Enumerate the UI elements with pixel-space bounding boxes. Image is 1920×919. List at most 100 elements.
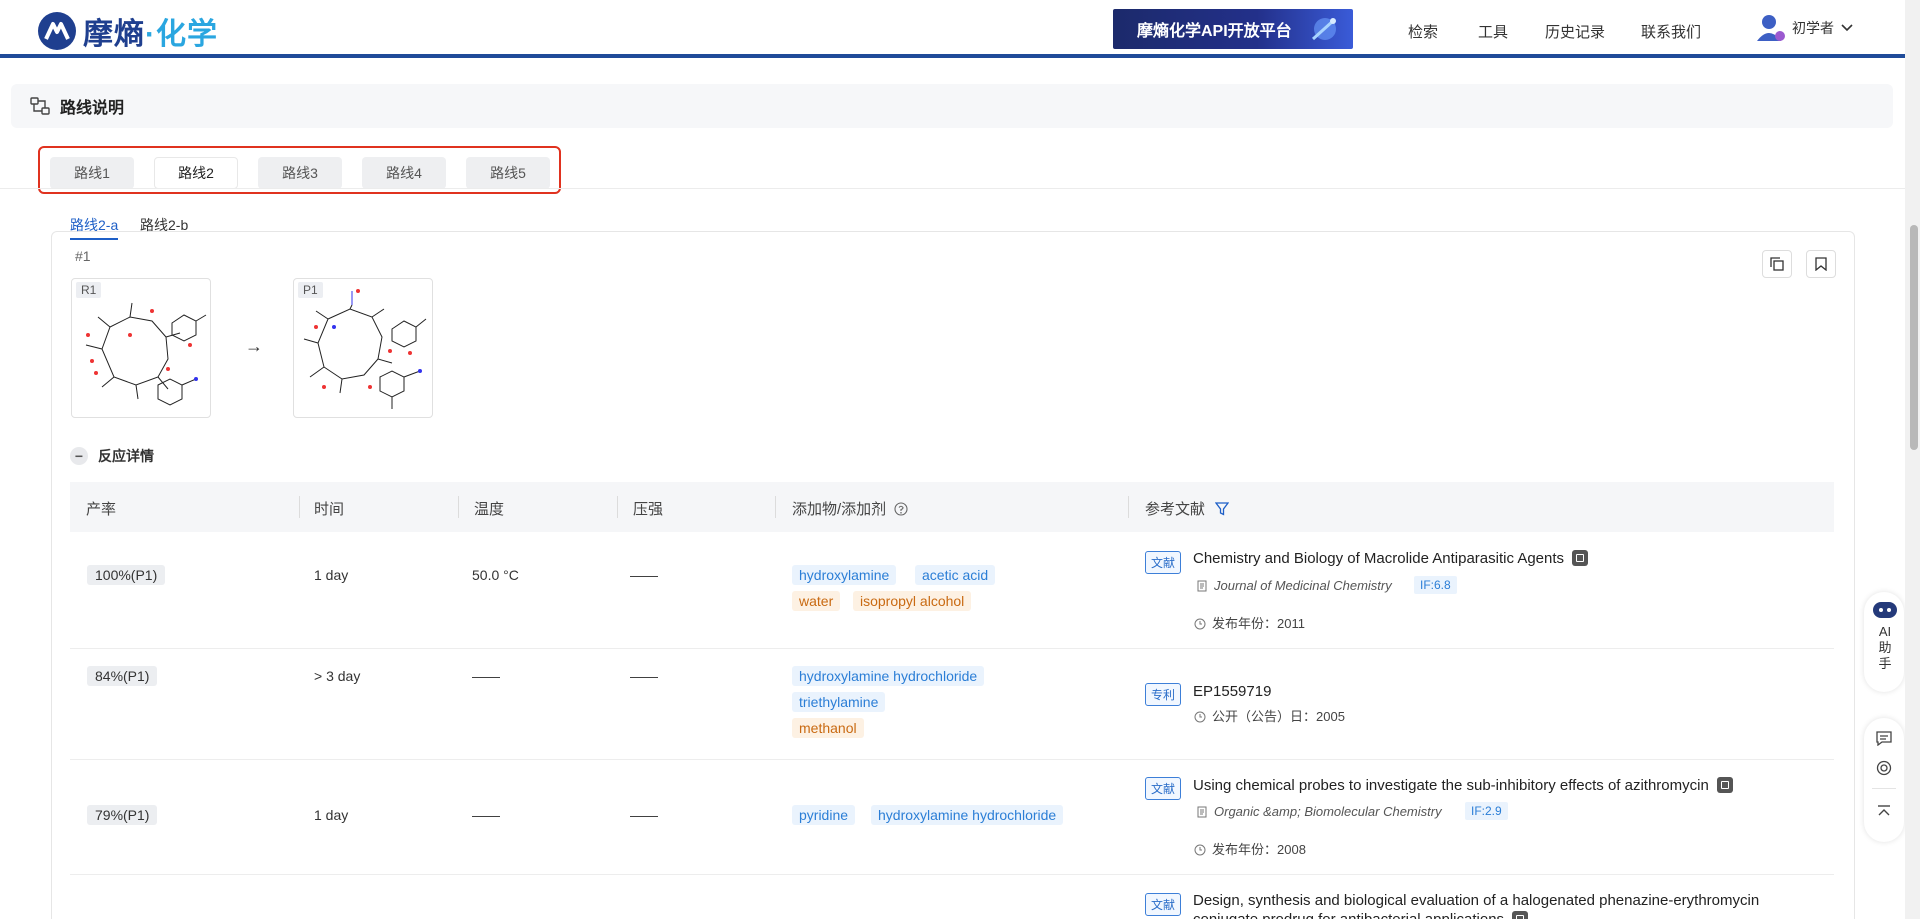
additive-tag[interactable]: acetic acid xyxy=(915,565,996,585)
tab-route-4[interactable]: 路线4 xyxy=(362,157,446,189)
col-yield: 产率 xyxy=(86,501,117,518)
scrollbar-thumb[interactable] xyxy=(1910,225,1918,450)
reference-title-text: Using chemical probes to investigate the… xyxy=(1193,777,1709,794)
pressure-value: —— xyxy=(630,567,658,583)
tabs-divider xyxy=(0,188,1905,189)
tab-route-2[interactable]: 路线2 xyxy=(154,157,238,189)
row-divider xyxy=(70,759,1834,760)
reference-title-text: Chemistry and Biology of Macrolide Antip… xyxy=(1193,550,1565,567)
reference-title[interactable]: Design, synthesis and biological evaluat… xyxy=(1193,892,1759,909)
journal-name: Journal of Medicinal Chemistry xyxy=(1196,578,1392,593)
reference-title-continued[interactable]: conjugate prodrug for antibacterial appl… xyxy=(1193,911,1529,919)
copy-icon xyxy=(1770,257,1784,271)
temperature-value: —— xyxy=(472,668,500,684)
publish-date-text: 发布年份：2011 xyxy=(1212,616,1305,631)
product-structure[interactable]: P1 xyxy=(293,278,433,418)
yield-value: 100%(P1) xyxy=(87,565,166,585)
logo[interactable]: 摩熵·化学 xyxy=(38,9,218,53)
logo-text: 摩熵·化学 xyxy=(83,18,218,51)
copy-button[interactable] xyxy=(1762,250,1792,278)
row-divider xyxy=(70,874,1834,875)
col-temperature: 温度 xyxy=(474,501,505,518)
reference-type-badge: 专利 xyxy=(1145,683,1182,706)
document-icon xyxy=(1197,806,1207,818)
impact-factor-badge: IF:6.8 xyxy=(1414,576,1457,594)
external-link-icon[interactable] xyxy=(1716,777,1733,793)
additive-tag[interactable]: hydroxylamine hydrochloride xyxy=(792,666,985,686)
impact-factor-badge: IF:2.9 xyxy=(1465,802,1508,820)
api-banner-robot-icon xyxy=(1311,18,1336,41)
additive-tag[interactable]: hydroxylamine xyxy=(792,565,897,585)
reference-title[interactable]: Chemistry and Biology of Macrolide Antip… xyxy=(1193,550,1589,567)
nav-history[interactable]: 历史记录 xyxy=(1545,21,1605,42)
col-references: 参考文献 xyxy=(1145,498,1230,519)
reference-title[interactable]: EP1559719 xyxy=(1193,683,1271,700)
solvent-tag[interactable]: methanol xyxy=(792,718,864,738)
time-value: 1 day xyxy=(314,567,349,583)
additive-tag[interactable]: triethylamine xyxy=(792,692,886,712)
nav-contact[interactable]: 联系我们 xyxy=(1641,21,1701,42)
api-banner-text: 摩熵化学API开放平台 xyxy=(1137,23,1292,40)
publish-date-text: 公开（公告）日：2005 xyxy=(1212,709,1345,724)
tab-route-3[interactable]: 路线3 xyxy=(258,157,342,189)
nav-search[interactable]: 检索 xyxy=(1408,21,1438,42)
bookmark-icon xyxy=(1815,257,1827,271)
clock-icon xyxy=(1194,618,1206,630)
ai-assistant-button[interactable]: AI助手 xyxy=(1864,592,1904,692)
side-tools xyxy=(1864,718,1904,842)
row-divider xyxy=(70,648,1834,649)
route-description-bar: 路线说明 xyxy=(11,84,1893,128)
user-menu[interactable]: 初学者 xyxy=(1756,13,1854,43)
reaction-arrow: → xyxy=(245,336,263,356)
page-scrollbar[interactable] xyxy=(1905,0,1920,919)
journal-name-text: Organic &amp; Biomolecular Chemistry xyxy=(1214,804,1442,819)
top-header: 摩熵·化学 摩熵化学API开放平台 检索 工具 历史记录 联系我们 初学者 xyxy=(0,0,1905,58)
feedback-icon[interactable] xyxy=(1876,730,1892,746)
user-name: 初学者 xyxy=(1792,20,1834,36)
time-value: > 3 day xyxy=(314,668,361,684)
reference-type-badge: 文献 xyxy=(1145,893,1182,916)
col-references-label: 参考文献 xyxy=(1145,501,1206,518)
reactant-molecule-drawing xyxy=(85,302,207,406)
bookmark-button[interactable] xyxy=(1806,250,1836,278)
product-label: P1 xyxy=(298,282,323,298)
chevron-down-icon xyxy=(1841,24,1853,32)
col-additives: 添加物/添加剂 xyxy=(792,498,908,519)
publish-date: 发布年份：2008 xyxy=(1194,839,1306,858)
logo-mark-icon xyxy=(38,12,76,50)
help-icon[interactable] xyxy=(894,502,908,516)
tab-route-1[interactable]: 路线1 xyxy=(50,157,134,189)
reactant-structure[interactable]: R1 xyxy=(71,278,211,418)
tab-route-5[interactable]: 路线5 xyxy=(466,157,550,189)
step-number: #1 xyxy=(75,248,91,264)
route-tabs: 路线1 路线2 路线3 路线4 路线5 xyxy=(38,146,561,194)
side-divider xyxy=(1872,788,1896,789)
reaction-details-toggle[interactable]: − 反应详情 xyxy=(70,446,154,466)
col-additives-label: 添加物/添加剂 xyxy=(792,501,887,518)
solvent-tag[interactable]: water xyxy=(792,591,841,611)
temperature-value: 50.0 °C xyxy=(472,567,519,583)
additive-tag[interactable]: hydroxylamine hydrochloride xyxy=(871,805,1064,825)
subtab-route-2b[interactable]: 路线2-b xyxy=(140,215,188,235)
target-icon[interactable] xyxy=(1876,760,1892,776)
col-divider xyxy=(617,496,618,518)
api-platform-banner[interactable]: 摩熵化学API开放平台 xyxy=(1113,9,1353,49)
reactant-label: R1 xyxy=(76,282,102,298)
reaction-details-label: 反应详情 xyxy=(98,448,154,464)
subtab-route-2a[interactable]: 路线2-a xyxy=(70,215,119,240)
col-divider xyxy=(458,496,459,518)
solvent-tag[interactable]: isopropyl alcohol xyxy=(853,591,972,611)
external-link-icon[interactable] xyxy=(1572,550,1589,566)
filter-icon[interactable] xyxy=(1214,502,1230,516)
journal-name-text: Journal of Medicinal Chemistry xyxy=(1214,578,1392,593)
nav-tools[interactable]: 工具 xyxy=(1478,21,1508,42)
reference-title[interactable]: Using chemical probes to investigate the… xyxy=(1193,777,1733,794)
clock-icon xyxy=(1194,844,1206,856)
external-link-icon[interactable] xyxy=(1512,911,1529,919)
reaction-table-header: 产率 时间 温度 压强 添加物/添加剂 参考文献 xyxy=(70,482,1834,532)
additive-tag[interactable]: pyridine xyxy=(792,805,856,825)
back-to-top-icon[interactable] xyxy=(1876,804,1892,820)
col-divider xyxy=(299,496,300,518)
time-value: 1 day xyxy=(314,807,349,823)
yield-value: 79%(P1) xyxy=(87,805,158,825)
